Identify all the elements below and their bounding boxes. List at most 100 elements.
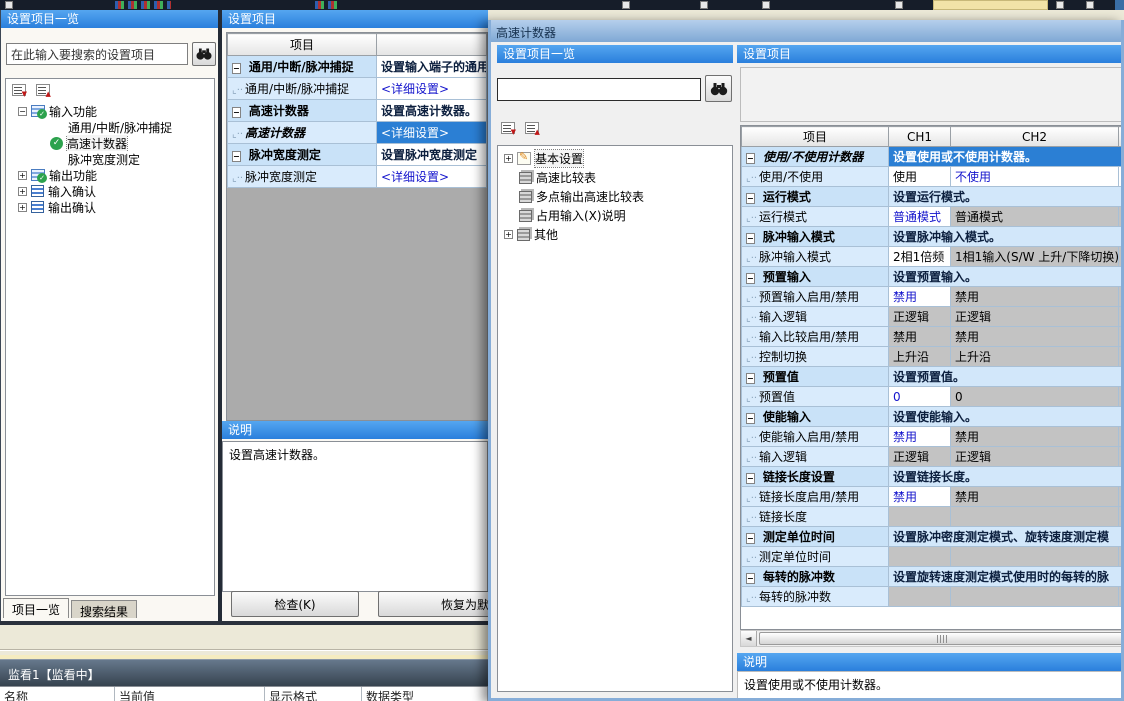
collapse-all-icon[interactable]: ▼ (12, 84, 26, 96)
tree-item[interactable]: 占用输入(X)说明 (498, 206, 732, 225)
tab-item-list[interactable]: 项目一览 (3, 598, 69, 618)
value-cell-ch1[interactable]: 0 (889, 387, 951, 407)
expand-box-icon[interactable]: + (18, 203, 27, 212)
horizontal-scrollbar[interactable]: ◄ (740, 630, 1124, 647)
value-cell-ch1[interactable]: 普通模式 (889, 207, 951, 227)
value-cell-ch1[interactable]: 禁用 (889, 327, 951, 347)
value-cell-ch1[interactable] (889, 507, 951, 527)
expand-all-icon[interactable]: ▲ (525, 122, 539, 134)
group-label-cell[interactable]: − 高速计数器 (228, 100, 377, 122)
group-label-cell[interactable]: − 预置输入 (742, 267, 889, 287)
tree-item[interactable]: +其他 (498, 225, 732, 244)
restore-default-button[interactable]: 恢复为默 (378, 591, 496, 617)
value-cell-ch3[interactable]: 正 (1119, 307, 1124, 327)
value-cell-ch2[interactable] (951, 547, 1119, 567)
value-cell-ch1[interactable] (889, 587, 951, 607)
value-cell-ch2[interactable]: 不使用 (951, 167, 1119, 187)
collapse-box-icon[interactable]: − (232, 151, 241, 162)
item-label-cell[interactable]: ⌞··输入逻辑 (742, 307, 889, 327)
search-button[interactable] (192, 42, 216, 66)
value-cell-ch3[interactable] (1119, 547, 1124, 567)
expand-all-icon[interactable]: ▲ (36, 84, 50, 96)
check-button[interactable]: 检查(K) (231, 591, 359, 617)
value-cell-ch1[interactable]: 禁用 (889, 427, 951, 447)
value-cell-ch3[interactable]: 禁 (1119, 327, 1124, 347)
tree-item[interactable]: 通用/中断/脉冲捕捉 (6, 119, 214, 135)
tree-item[interactable]: 高速比较表 (498, 168, 732, 187)
item-label-cell[interactable]: ⌞··使能输入启用/禁用 (742, 427, 889, 447)
detail-setting-link[interactable]: <详细设置> (377, 166, 487, 188)
value-cell-ch3[interactable]: 禁 (1119, 287, 1124, 307)
value-cell-ch1[interactable]: 上升沿 (889, 347, 951, 367)
group-label-cell[interactable]: − 运行模式 (742, 187, 889, 207)
collapse-box-icon[interactable]: − (746, 473, 755, 484)
tree-item[interactable]: +✓输出功能 (6, 167, 214, 183)
item-label-cell[interactable]: ⌞··运行模式 (742, 207, 889, 227)
group-label-cell[interactable]: − 预置值 (742, 367, 889, 387)
scrollbar-thumb[interactable] (759, 632, 1124, 645)
value-cell-ch2[interactable]: 普通模式 (951, 207, 1119, 227)
value-cell-ch1[interactable] (889, 547, 951, 567)
collapse-all-icon[interactable]: ▼ (501, 122, 515, 134)
value-cell-ch3[interactable] (1119, 507, 1124, 527)
expand-box-icon[interactable]: + (18, 187, 27, 196)
collapse-box-icon[interactable]: − (746, 373, 755, 384)
value-cell-ch2[interactable]: 正逻辑 (951, 307, 1119, 327)
item-label-cell[interactable]: ⌞··高速计数器 (228, 122, 377, 144)
group-label-cell[interactable]: − 使能输入 (742, 407, 889, 427)
value-cell-ch2[interactable]: 正逻辑 (951, 447, 1119, 467)
value-cell-ch2[interactable]: 禁用 (951, 487, 1119, 507)
watch-column-header[interactable]: 名称 (0, 687, 115, 701)
tree-item[interactable]: +输出确认 (6, 199, 214, 215)
value-cell-ch2[interactable]: 禁用 (951, 287, 1119, 307)
tree-item[interactable]: ✓高速计数器 (6, 135, 214, 151)
collapse-box-icon[interactable]: − (746, 233, 755, 244)
item-label-cell[interactable]: ⌞··预置输入启用/禁用 (742, 287, 889, 307)
expand-box-icon[interactable]: + (504, 154, 513, 163)
item-label-cell[interactable]: ⌞··输入比较启用/禁用 (742, 327, 889, 347)
detail-setting-link[interactable]: <详细设置> (377, 122, 487, 144)
item-label-cell[interactable]: ⌞··脉冲宽度测定 (228, 166, 377, 188)
expand-box-icon[interactable]: + (18, 171, 27, 180)
expand-box-icon[interactable]: + (504, 230, 513, 239)
item-label-cell[interactable]: ⌞··使用/不使用 (742, 167, 889, 187)
search-input[interactable] (497, 78, 701, 101)
value-cell-ch1[interactable]: 禁用 (889, 487, 951, 507)
tree-item[interactable]: +✎基本设置 (498, 149, 732, 168)
value-cell-ch1[interactable]: 2相1倍频 (889, 247, 951, 267)
collapse-box-icon[interactable]: − (746, 153, 755, 164)
watch-column-header[interactable]: 显示格式 (265, 687, 362, 701)
value-cell-ch2[interactable]: 禁用 (951, 427, 1119, 447)
tree-item[interactable]: −✓输入功能 (6, 103, 214, 119)
group-label-cell[interactable]: − 每转的脉冲数 (742, 567, 889, 587)
value-cell-ch1[interactable]: 禁用 (889, 287, 951, 307)
collapse-box-icon[interactable]: − (746, 573, 755, 584)
watch-window-title[interactable]: 监看1【监看中】 (0, 659, 488, 686)
value-cell-ch3[interactable]: 1 (1119, 247, 1124, 267)
item-label-cell[interactable]: ⌞··每转的脉冲数 (742, 587, 889, 607)
group-label-cell[interactable]: − 使用/不使用计数器 (742, 147, 889, 167)
group-label-cell[interactable]: − 脉冲输入模式 (742, 227, 889, 247)
item-label-cell[interactable]: ⌞··链接长度启用/禁用 (742, 487, 889, 507)
item-label-cell[interactable]: ⌞··预置值 (742, 387, 889, 407)
item-label-cell[interactable]: ⌞··控制切换 (742, 347, 889, 367)
value-cell-ch3[interactable]: 不 (1119, 167, 1124, 187)
item-label-cell[interactable]: ⌞··链接长度 (742, 507, 889, 527)
collapse-box-icon[interactable]: − (746, 413, 755, 424)
dialog-title-bar[interactable]: 高速计数器 (488, 20, 1124, 42)
search-input[interactable] (6, 43, 188, 65)
collapse-box-icon[interactable]: − (232, 107, 241, 118)
item-label-cell[interactable]: ⌞··测定单位时间 (742, 547, 889, 567)
value-cell-ch3[interactable]: 禁 (1119, 487, 1124, 507)
search-button[interactable] (705, 75, 732, 102)
collapse-box-icon[interactable]: − (746, 193, 755, 204)
value-cell-ch2[interactable] (951, 587, 1119, 607)
collapse-box-icon[interactable]: − (746, 273, 755, 284)
group-label-cell[interactable]: − 脉冲宽度测定 (228, 144, 377, 166)
value-cell-ch1[interactable]: 正逻辑 (889, 447, 951, 467)
watch-column-header[interactable]: 当前值 (115, 687, 265, 701)
group-label-cell[interactable]: − 链接长度设置 (742, 467, 889, 487)
item-label-cell[interactable]: ⌞··通用/中断/脉冲捕捉 (228, 78, 377, 100)
group-label-cell[interactable]: − 测定单位时间 (742, 527, 889, 547)
value-cell-ch3[interactable]: 普 (1119, 207, 1124, 227)
